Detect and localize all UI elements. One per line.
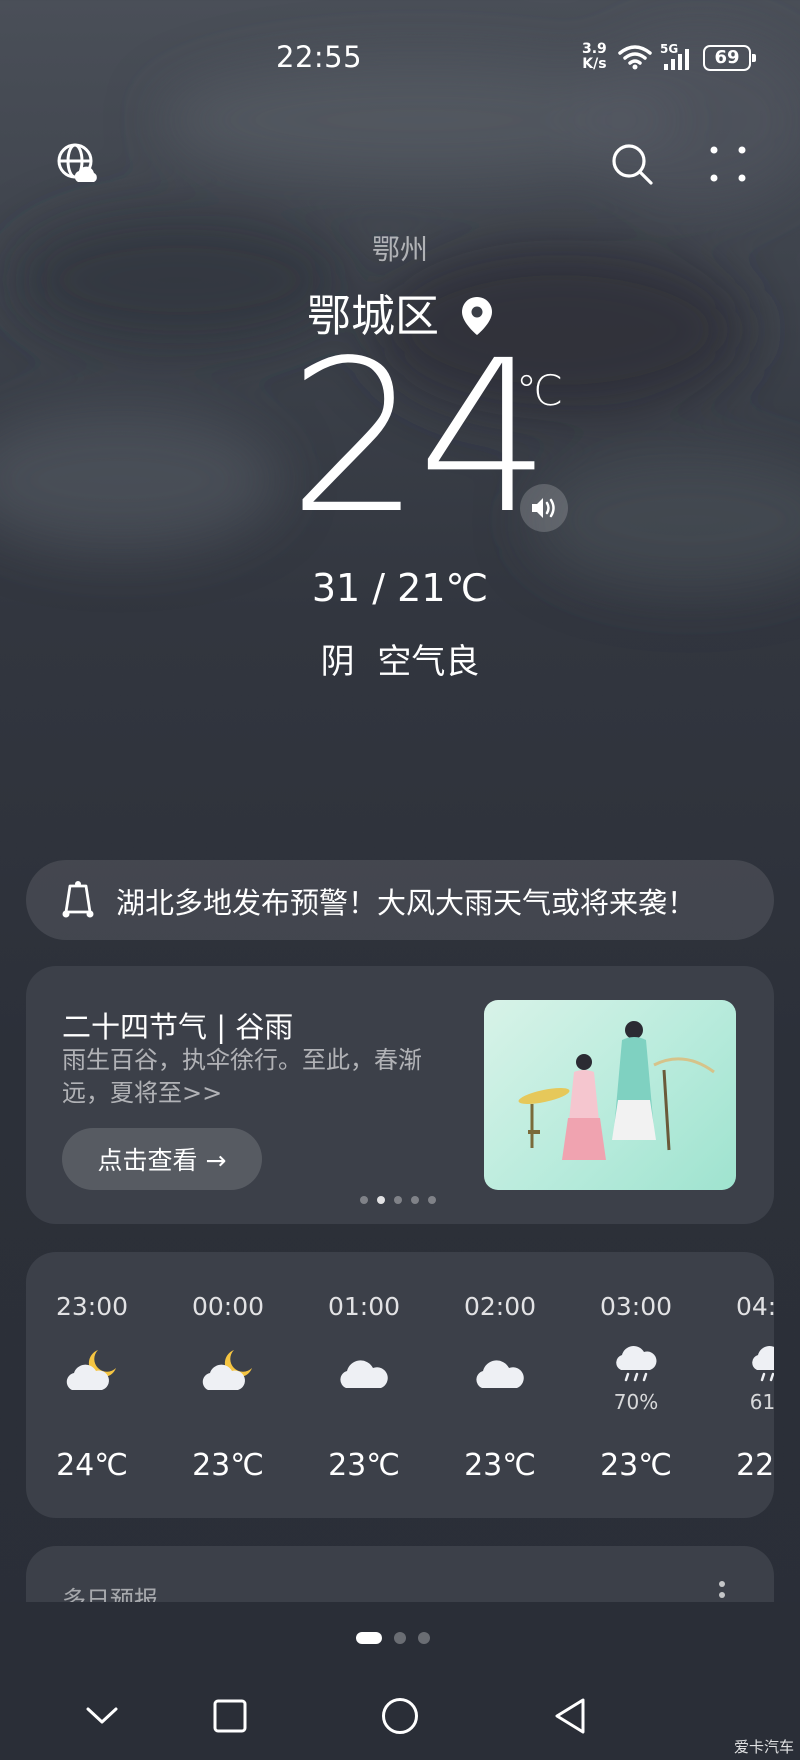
wifi-icon — [618, 45, 652, 70]
weather-condition: 阴 — [320, 642, 355, 682]
cellular-signal: 5G — [660, 42, 698, 72]
moon-cloud-icon — [32, 1348, 152, 1408]
hour-time: 02:00 — [463, 1292, 537, 1321]
hour-time: 00:00 — [191, 1292, 265, 1321]
city-name: 鄂州 — [371, 233, 428, 266]
nav-recents-button[interactable] — [208, 1694, 252, 1738]
globe-cloud-icon[interactable] — [56, 142, 100, 186]
temperature-unit: ℃ — [516, 366, 564, 415]
battery-indicator: 69 — [703, 45, 756, 71]
page-indicator — [356, 1632, 430, 1644]
hourly-item[interactable]: 01:00 23℃ — [304, 1252, 424, 1518]
alert-text: 湖北多地发布预警！大风大雨天气或将来袭！ — [116, 886, 697, 920]
nav-back-button[interactable] — [548, 1694, 592, 1738]
speaker-icon — [532, 498, 555, 518]
network-speed: 3.9 K/s — [582, 42, 607, 72]
carousel-dot-active — [377, 1196, 385, 1204]
nav-collapse-button[interactable] — [80, 1694, 124, 1738]
solar-term-card[interactable]: 二十四节气 | 谷雨 雨生百谷，执伞徐行。至此，春渐远，夏将至>> 点击查看 → — [26, 966, 774, 1224]
hour-temperature: 23℃ — [328, 1448, 400, 1483]
hour-temperature: 23℃ — [192, 1448, 264, 1483]
hourly-item[interactable]: 04:00 61% 22℃ — [712, 1252, 774, 1518]
hour-temperature: 24℃ — [56, 1448, 128, 1483]
watermark-text: 爱卡汽车 — [734, 1738, 795, 1756]
alert-bell-icon — [62, 881, 94, 918]
status-time: 22:55 — [276, 40, 363, 74]
carousel-dot — [394, 1196, 402, 1204]
hour-temperature: 23℃ — [600, 1448, 672, 1483]
hourly-item[interactable]: 23:00 24℃ — [32, 1252, 152, 1518]
solar-term-title: 二十四节气 | 谷雨 — [62, 1010, 294, 1044]
carousel-dot — [428, 1196, 436, 1204]
circle-icon — [382, 1698, 418, 1734]
hour-temperature: 22℃ — [736, 1448, 774, 1483]
high-low-temperature: 31 / 21℃ — [311, 566, 489, 610]
search-icon[interactable] — [610, 142, 654, 186]
triangle-back-icon — [555, 1698, 585, 1734]
two-ladies-with-umbrellas-illustration — [518, 1021, 715, 1160]
precip-chance: 70% — [613, 1390, 659, 1414]
signal-bars-icon — [664, 49, 689, 70]
network-speed-unit: K/s — [582, 56, 607, 72]
hour-time: 03:00 — [599, 1292, 673, 1321]
nav-home-button[interactable] — [378, 1694, 422, 1738]
current-temperature: 24 — [288, 315, 551, 560]
square-icon — [213, 1699, 247, 1733]
precip-chance: 61% — [749, 1390, 774, 1414]
hour-time: 23:00 — [55, 1292, 129, 1321]
voice-broadcast-button[interactable] — [520, 484, 568, 532]
hour-temperature: 23℃ — [464, 1448, 536, 1483]
chevron-down-icon — [86, 1707, 118, 1724]
page-dot — [394, 1632, 406, 1644]
hour-time: 04:00 — [735, 1292, 774, 1321]
page-dot-active — [356, 1632, 382, 1644]
hourly-item[interactable]: 00:00 23℃ — [168, 1252, 288, 1518]
hourly-item[interactable]: 02:00 23℃ — [440, 1252, 560, 1518]
cloud-icon — [304, 1348, 424, 1408]
cloud-icon — [440, 1348, 560, 1408]
page-dot — [418, 1632, 430, 1644]
air-quality[interactable]: 空气良 — [377, 642, 479, 682]
hour-time: 01:00 — [327, 1292, 401, 1321]
view-details-button[interactable]: 点击查看 → — [62, 1128, 262, 1190]
carousel-dot — [411, 1196, 419, 1204]
hourly-forecast-card[interactable]: 23:00 24℃ 00:00 23℃ 01:00 23℃ 02:00 23℃ … — [26, 1252, 774, 1518]
weather-alert-banner[interactable]: 湖北多地发布预警！大风大雨天气或将来袭！ — [26, 860, 774, 940]
condition-summary: 阴 空气良 — [0, 634, 800, 683]
hourly-item[interactable]: 03:00 70% 23℃ — [576, 1252, 696, 1518]
carousel-indicator — [360, 1196, 436, 1204]
moon-cloud-icon — [168, 1348, 288, 1408]
network-speed-value: 3.9 — [582, 41, 607, 57]
solar-term-subtitle: 雨生百谷，执伞徐行。至此，春渐远，夏将至>> — [62, 1046, 422, 1107]
solar-term-illustration[interactable] — [484, 1000, 736, 1190]
four-dots-menu-icon[interactable] — [708, 144, 748, 184]
carousel-dot — [360, 1196, 368, 1204]
